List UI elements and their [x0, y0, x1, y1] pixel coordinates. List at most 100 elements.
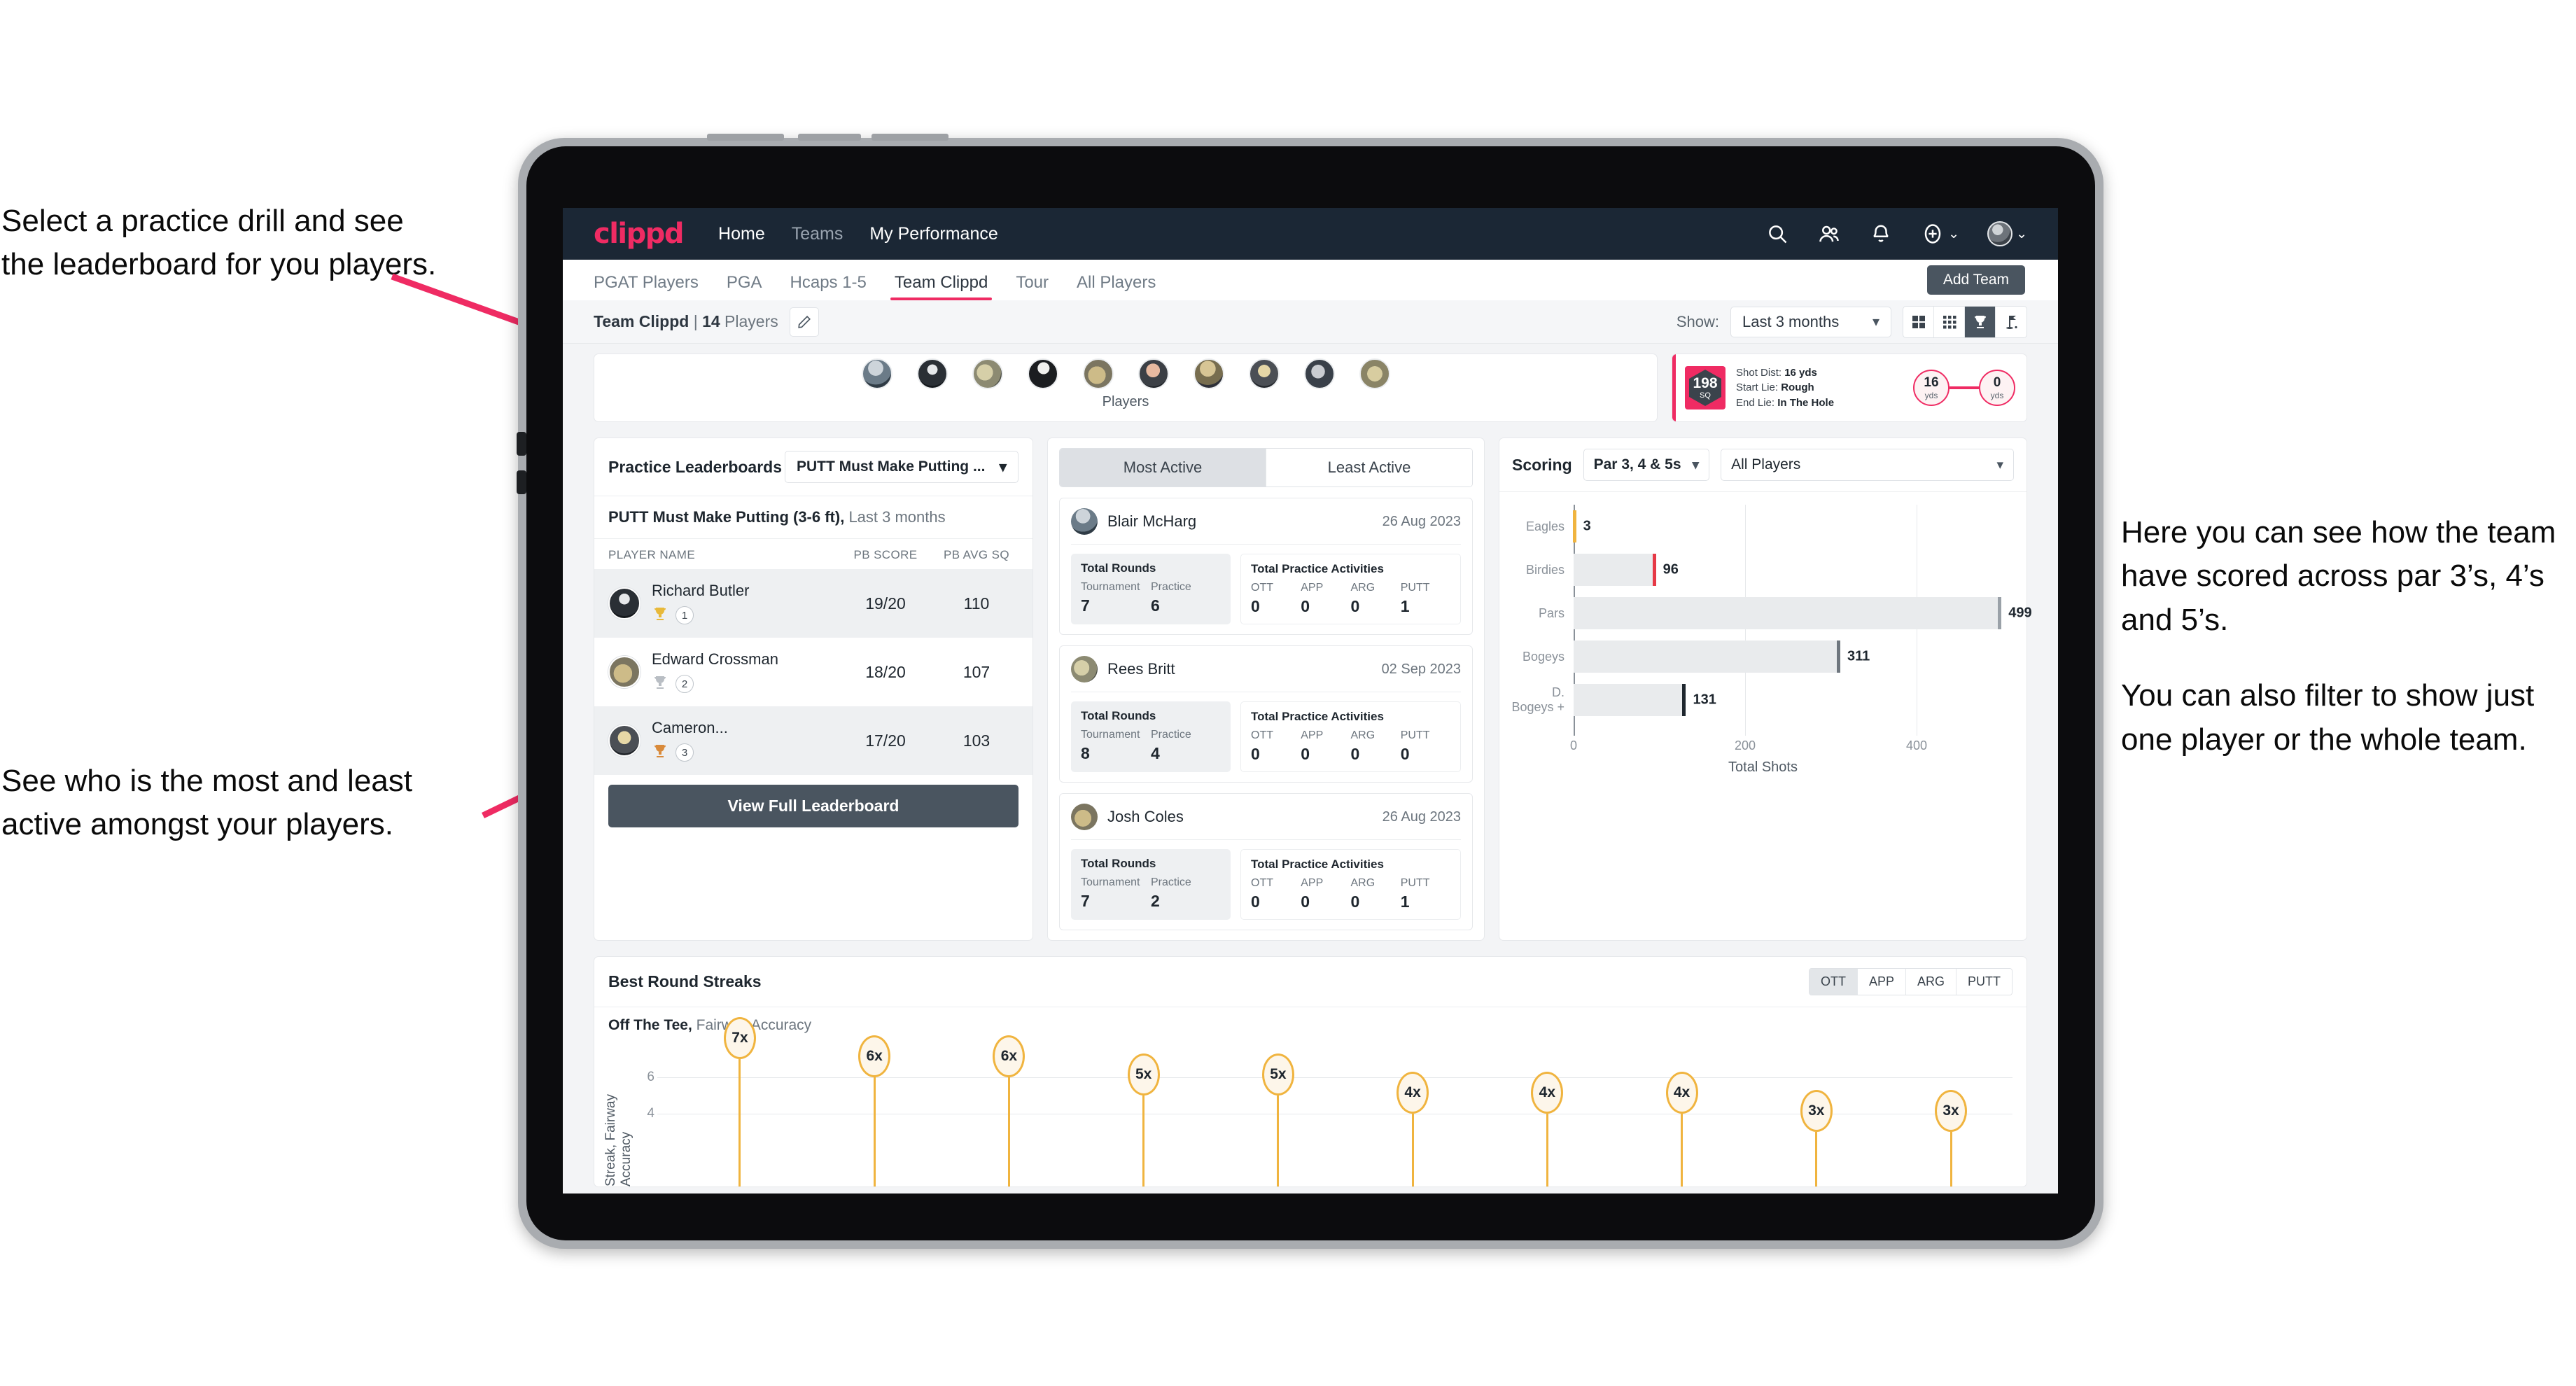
bar-row: D. Bogeys + 131	[1506, 678, 2019, 722]
tab-hcaps-1-5[interactable]: Hcaps 1-5	[790, 273, 867, 300]
table-row[interactable]: Edward Crossman 2 18/20 107	[594, 638, 1032, 706]
stat-key: APP	[1301, 877, 1324, 889]
activity-card-header: Rees Britt 02 Sep 2023	[1071, 656, 1461, 692]
edit-team-button[interactable]	[789, 307, 819, 337]
column-header: PLAYER NAME	[608, 548, 696, 561]
nav-right-actions: ⌄ ⌄	[1765, 221, 2027, 246]
search-icon[interactable]	[1765, 222, 1789, 246]
stat-key: ARG	[1350, 877, 1376, 889]
tab-ott[interactable]: OTT	[1809, 969, 1858, 995]
add-team-button[interactable]: Add Team	[1926, 265, 2025, 295]
grid-small-icon[interactable]	[1934, 306, 1965, 337]
grid-large-icon[interactable]	[1903, 306, 1934, 337]
tab-tour[interactable]: Tour	[1016, 273, 1049, 300]
view-full-leaderboard-button[interactable]: View Full Leaderboard	[608, 785, 1018, 827]
drill-select-value: PUTT Must Make Putting ...	[796, 458, 986, 475]
stat-value: 0	[1301, 892, 1310, 911]
bar-row: Bogeys 311	[1506, 635, 2019, 678]
chevron-down-icon: ⌄	[1948, 226, 1960, 241]
activity-card-header: Josh Coles 26 Aug 2023	[1071, 804, 1461, 840]
activity-player-card[interactable]: Josh Coles 26 Aug 2023 Total Rounds Tournam…	[1059, 793, 1473, 930]
activity-player-card[interactable]: Blair McHarg 26 Aug 2023 Total Rounds Tourn…	[1059, 498, 1473, 635]
player-avatar[interactable]	[972, 358, 1003, 389]
streak-stem	[738, 1059, 741, 1186]
tab-arg[interactable]: ARG	[1905, 969, 1956, 995]
streak-marker[interactable]: 6x	[858, 1035, 891, 1077]
player-avatar[interactable]	[1138, 358, 1169, 389]
player-avatar[interactable]	[916, 358, 948, 389]
player-avatar[interactable]	[1303, 358, 1335, 389]
player-avatar[interactable]	[861, 358, 892, 389]
trophy-icon[interactable]	[1965, 306, 1996, 337]
bar-row: Eagles 3	[1506, 505, 2019, 548]
stat-key: ARG	[1350, 729, 1376, 741]
nav-link-my-performance[interactable]: My Performance	[869, 224, 997, 244]
practice-values: OTT 0 APP 0 ARG 0 PUTT 1	[1251, 582, 1450, 616]
player-avatar[interactable]	[1193, 358, 1224, 389]
player-avatar[interactable]	[1248, 358, 1280, 389]
people-icon[interactable]	[1817, 222, 1841, 246]
plus-circle-icon[interactable]	[1921, 222, 1945, 246]
streak-marker[interactable]: 3x	[1935, 1090, 1968, 1132]
table-row[interactable]: Cameron... 3 17/20 103	[594, 706, 1032, 775]
practice-activities-block: Total Practice Activities OTT 0 APP 0 ARG 0 PUT…	[1240, 849, 1461, 920]
tab-most-active[interactable]: Most Active	[1060, 449, 1266, 486]
tab-team-clippd[interactable]: Team Clippd	[890, 273, 993, 300]
streak-marker[interactable]: 6x	[993, 1035, 1026, 1077]
shot-detail-line: Start Lie: Rough	[1736, 382, 1814, 394]
streak-marker[interactable]: 5x	[1261, 1054, 1294, 1096]
add-menu-button[interactable]: ⌄	[1921, 222, 1959, 246]
streak-marker[interactable]: 4x	[1531, 1072, 1564, 1114]
player-name-cell: Edward Crossman 2	[652, 650, 836, 694]
leaderboard-column-headers: PLAYER NAME PB SCORE PB AVG SQ	[594, 539, 1032, 569]
bar-value-label: 96	[1662, 561, 1679, 578]
activity-player-card[interactable]: Rees Britt 02 Sep 2023 Total Rounds Tournam…	[1059, 645, 1473, 783]
streaks-metric-tabs: OTT APP ARG PUTT	[1808, 968, 2012, 995]
tab-pga[interactable]: PGA	[727, 273, 762, 300]
tab-putt[interactable]: PUTT	[1956, 969, 2012, 995]
activity-stats: Total Rounds Tournament 7 Practice 6 Total Pr…	[1071, 554, 1461, 624]
streak-marker[interactable]: 3x	[1800, 1090, 1833, 1132]
player-filter-select[interactable]: All Players ▾	[1721, 449, 2014, 481]
activity-stats: Total Rounds Tournament 8 Practice 4 Total Pr…	[1071, 701, 1461, 772]
bar-end-cap	[1572, 510, 1576, 542]
bell-icon[interactable]	[1869, 222, 1893, 246]
streak-marker[interactable]: 4x	[1665, 1072, 1698, 1114]
nav-link-home[interactable]: Home	[718, 224, 765, 244]
table-row[interactable]: Richard Butler 1 19/20 110	[594, 569, 1032, 638]
rank-badges: 2	[652, 674, 836, 694]
avatar	[608, 587, 640, 620]
golf-flag-icon[interactable]	[1996, 307, 2026, 337]
clippd-logo[interactable]: clippd	[594, 218, 685, 250]
nav-link-teams[interactable]: Teams	[792, 224, 844, 244]
streak-stem	[1277, 1096, 1280, 1186]
best-round-streaks-card: Best Round Streaks OTT APP ARG PUTT Off …	[594, 956, 2027, 1187]
period-value: Last 3 months	[1742, 312, 1840, 330]
player-avatar[interactable]	[1082, 358, 1114, 389]
streak-marker[interactable]: 4x	[1396, 1072, 1429, 1114]
pb-score-cell: 17/20	[865, 731, 906, 750]
shot-distance-diagram: 16 yds 0 yds	[1913, 370, 2015, 406]
par-filter-select[interactable]: Par 3, 4 & 5s ▾	[1583, 449, 1710, 481]
total-rounds-block: Total Rounds Tournament 7 Practice 6	[1071, 554, 1231, 624]
tab-app[interactable]: APP	[1857, 969, 1906, 995]
shot-details: Shot Dist: 16 yds Start Lie: Rough End L…	[1736, 365, 1834, 410]
period-select[interactable]: Last 3 months ▾	[1730, 306, 1891, 337]
stat-key: Tournament	[1081, 581, 1140, 593]
streak-marker[interactable]: 5x	[1127, 1054, 1160, 1096]
total-rounds-block: Total Rounds Tournament 8 Practice 4	[1071, 701, 1231, 772]
tab-all-players[interactable]: All Players	[1077, 273, 1156, 300]
account-menu-button[interactable]: ⌄	[1987, 221, 2027, 246]
streak-stem	[1681, 1114, 1684, 1186]
player-avatar[interactable]	[1027, 358, 1058, 389]
drill-select[interactable]: PUTT Must Make Putting ... ▾	[784, 451, 1018, 483]
view-controls: Show: Last 3 months ▾	[1676, 305, 2027, 338]
last-activity-date: 26 Aug 2023	[1382, 513, 1461, 529]
tab-least-active[interactable]: Least Active	[1266, 449, 1472, 486]
player-avatar[interactable]	[1359, 358, 1390, 389]
bar-track: 311	[1574, 635, 2019, 678]
streak-marker[interactable]: 7x	[723, 1017, 756, 1059]
pb-avg-sq-cell: 103	[962, 731, 990, 750]
tab-pgat-players[interactable]: PGAT Players	[594, 273, 699, 300]
avatar[interactable]	[1987, 221, 2013, 246]
